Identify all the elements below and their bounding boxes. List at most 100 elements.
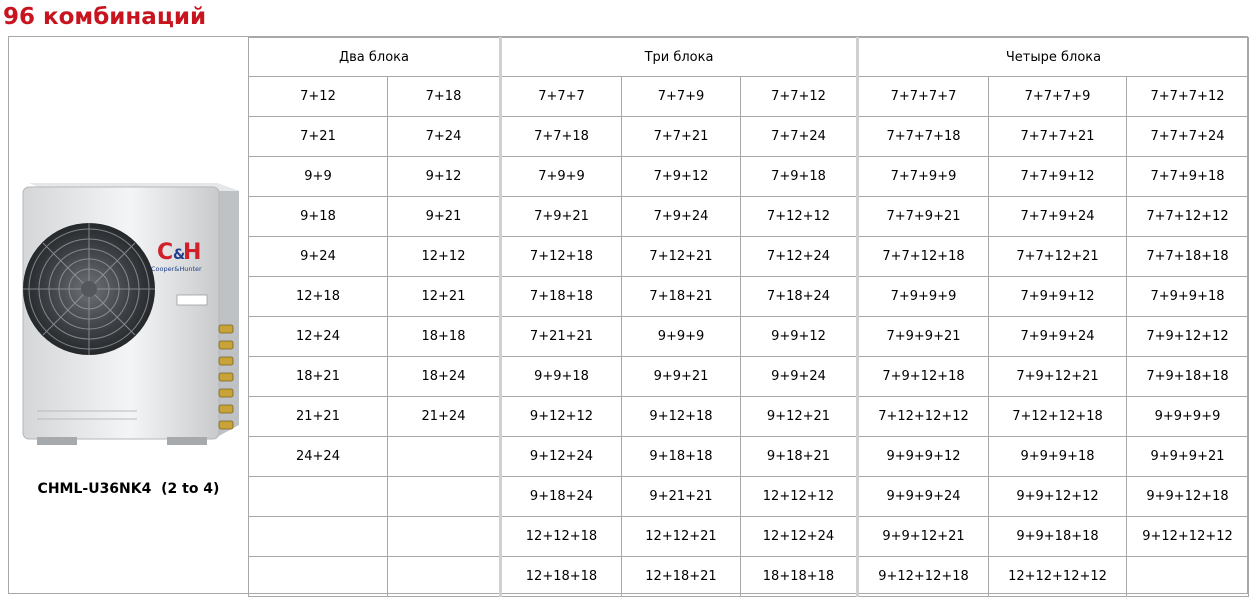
combinations-table: Два блока Три блока Четыре блока 7+12 7+18 7… — [248, 37, 1249, 597]
combination-cell: 7+12+24 — [740, 236, 858, 277]
combination-cell: 9+24 — [248, 236, 388, 277]
outdoor-ac-unit-icon: C & H Cooper&Hunter — [22, 183, 239, 445]
combination-cell — [248, 516, 388, 557]
combination-cell — [248, 556, 388, 597]
combination-cell: 9+9+9+9 — [1126, 396, 1249, 437]
group-header: Четыре блока — [856, 37, 1249, 77]
combination-cell: 12+12 — [387, 236, 501, 277]
combination-cell — [248, 476, 388, 517]
combination-cell: 12+18+18 — [499, 556, 622, 597]
combination-cell: 7+7+9+12 — [988, 156, 1127, 197]
combination-cell: 7+7+9 — [621, 76, 741, 117]
combination-cell: 7+21 — [248, 116, 388, 157]
combination-cell: 7+7+21 — [621, 116, 741, 157]
combination-cell: 7+9+9+21 — [856, 316, 989, 357]
combination-cell: 7+9+18 — [740, 156, 858, 197]
combination-cell: 9+21+21 — [621, 476, 741, 517]
combination-cell: 9+9+24 — [740, 356, 858, 397]
combination-cell: 7+12 — [248, 76, 388, 117]
combination-cell: 7+7+9+24 — [988, 196, 1127, 237]
group-header: Три блока — [499, 37, 858, 77]
combination-cell: 7+24 — [387, 116, 501, 157]
combination-cell: 9+12+24 — [499, 436, 622, 477]
combination-cell: 7+7+7 — [499, 76, 622, 117]
table-row: 7+21 7+24 7+7+18 7+7+21 7+7+24 7+7+7+18 7+7+7+… — [248, 116, 1249, 157]
table-body: 7+12 7+18 7+7+7 7+7+9 7+7+12 7+7+7+7 7+7+7+9 7+… — [248, 76, 1249, 597]
table-row: 9+18+24 9+21+21 12+12+12 9+9+9+24 9+9+12+12 9… — [248, 476, 1249, 517]
combination-cell: 9+12+12 — [499, 396, 622, 437]
combination-cell: 7+7+7+21 — [988, 116, 1127, 157]
combination-cell: 9+9+21 — [621, 356, 741, 397]
combination-cell: 7+9+12+21 — [988, 356, 1127, 397]
combination-cell: 9+9 — [248, 156, 388, 197]
combination-cell: 7+12+12+12 — [856, 396, 989, 437]
combination-cell: 7+18+24 — [740, 276, 858, 317]
combination-cell — [387, 476, 501, 517]
combination-cell: 18+18+18 — [740, 556, 858, 597]
combination-cell: 7+7+9+9 — [856, 156, 989, 197]
combination-cell: 7+12+12+18 — [988, 396, 1127, 437]
combination-cell: 7+7+24 — [740, 116, 858, 157]
combination-cell: 24+24 — [248, 436, 388, 477]
table-row: 12+18+18 12+18+21 18+18+18 9+12+12+18 12+12+… — [248, 556, 1249, 597]
combination-cell: 9+9+18 — [499, 356, 622, 397]
combination-cell: 9+9+9+12 — [856, 436, 989, 477]
combination-cell: 7+7+7+18 — [856, 116, 989, 157]
combination-cell — [387, 436, 501, 477]
table-row: 24+24 9+12+24 9+18+18 9+18+21 9+9+9+12 9+9+9+… — [248, 436, 1249, 477]
table-row: 12+24 18+18 7+21+21 9+9+9 9+9+12 7+9+9+21 7+9+… — [248, 316, 1249, 357]
table-header-row: Два блока Три блока Четыре блока — [248, 37, 1249, 77]
table-row: 9+9 9+12 7+9+9 7+9+12 7+9+18 7+7+9+9 7+7+9+12 7… — [248, 156, 1249, 197]
combination-cell: 7+18 — [387, 76, 501, 117]
table-row: 18+21 18+24 9+9+18 9+9+21 9+9+24 7+9+12+18 7+9… — [248, 356, 1249, 397]
combination-cell: 7+9+9 — [499, 156, 622, 197]
combination-cell: 7+7+12+12 — [1126, 196, 1249, 237]
combination-cell — [387, 516, 501, 557]
combination-cell: 7+7+9+18 — [1126, 156, 1249, 197]
combination-cell: 7+7+18+18 — [1126, 236, 1249, 277]
combination-cell: 12+18+21 — [621, 556, 741, 597]
combination-cell: 7+9+9+9 — [856, 276, 989, 317]
combination-cell: 7+21+21 — [499, 316, 622, 357]
combination-cell: 9+12+12+18 — [856, 556, 989, 597]
combination-cell: 9+9+18+18 — [988, 516, 1127, 557]
combination-cell: 12+18 — [248, 276, 388, 317]
combination-cell: 9+18 — [248, 196, 388, 237]
combination-cell: 7+9+12+18 — [856, 356, 989, 397]
combination-cell: 9+18+18 — [621, 436, 741, 477]
combination-cell: 9+12 — [387, 156, 501, 197]
combination-cell: 7+9+9+24 — [988, 316, 1127, 357]
combination-cell: 12+24 — [248, 316, 388, 357]
combination-cell: 7+18+18 — [499, 276, 622, 317]
combination-cell: 7+7+12+18 — [856, 236, 989, 277]
product-panel: C & H Cooper&Hunter CHML-U36NK4 (2 to 4) — [9, 37, 248, 593]
svg-text:C: C — [157, 240, 173, 265]
combination-cell: 7+7+12+21 — [988, 236, 1127, 277]
table-row: 7+12 7+18 7+7+7 7+7+9 7+7+12 7+7+7+7 7+7+7+9 7+… — [248, 76, 1249, 117]
page-title: 96 комбинаций — [3, 4, 207, 30]
combination-cell: 7+7+12 — [740, 76, 858, 117]
combination-cell: 7+7+7+24 — [1126, 116, 1249, 157]
combination-cell: 7+9+12 — [621, 156, 741, 197]
combination-cell: 7+18+21 — [621, 276, 741, 317]
combination-cell: 9+9+9+18 — [988, 436, 1127, 477]
combination-cell: 18+18 — [387, 316, 501, 357]
combination-cell: 7+7+7+9 — [988, 76, 1127, 117]
table-row: 9+18 9+21 7+9+21 7+9+24 7+12+12 7+7+9+21 7+7+9… — [248, 196, 1249, 237]
product-model: CHML-U36NK4 (2 to 4) — [37, 481, 220, 497]
combination-cell: 9+12+12+12 — [1126, 516, 1249, 557]
combination-cell: 12+12+24 — [740, 516, 858, 557]
combination-cell: 12+21 — [387, 276, 501, 317]
combination-cell: 7+7+7+12 — [1126, 76, 1249, 117]
combination-cell: 7+9+18+18 — [1126, 356, 1249, 397]
combination-cell: 9+9+12+21 — [856, 516, 989, 557]
combination-cell: 7+9+9+12 — [988, 276, 1127, 317]
combination-cell — [1126, 556, 1249, 597]
svg-text:Cooper&Hunter: Cooper&Hunter — [151, 265, 202, 273]
combination-cell: 21+24 — [387, 396, 501, 437]
combination-cell: 21+21 — [248, 396, 388, 437]
combination-cell: 9+21 — [387, 196, 501, 237]
combination-cell: 9+9+12+18 — [1126, 476, 1249, 517]
combination-cell — [387, 556, 501, 597]
combination-cell: 18+21 — [248, 356, 388, 397]
